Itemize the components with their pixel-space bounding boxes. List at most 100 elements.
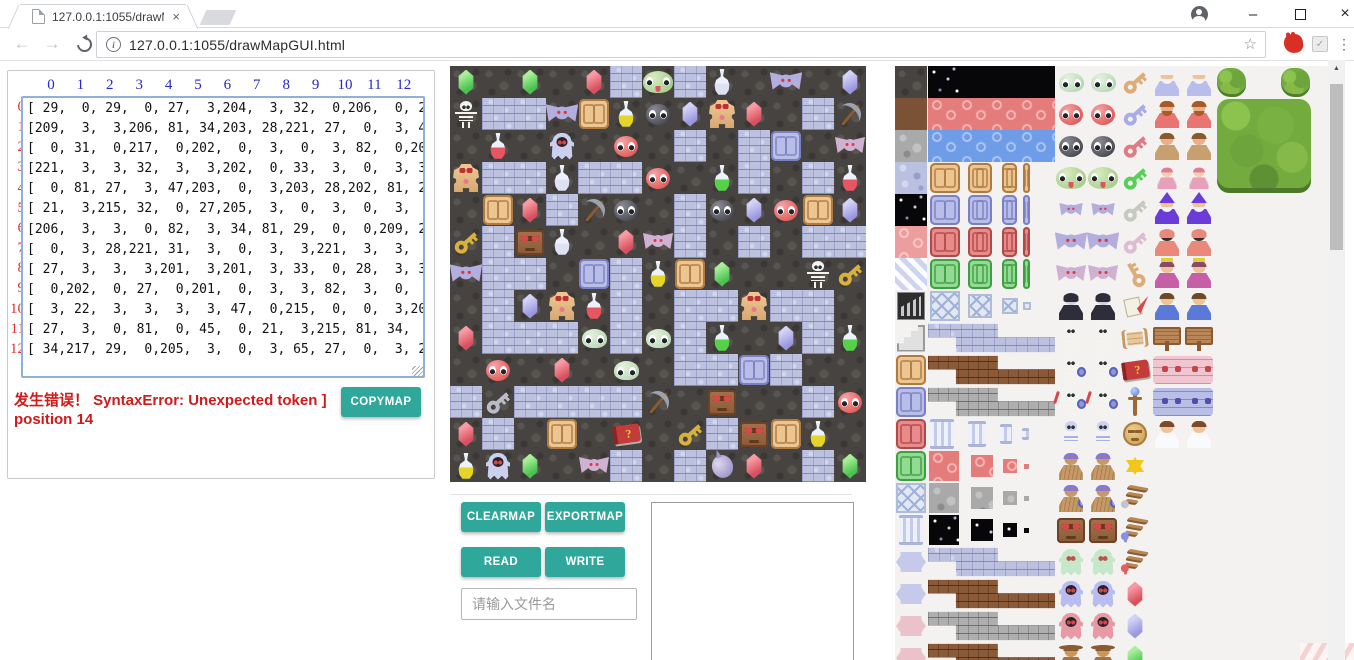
tileset-tile-door-tan[interactable]	[930, 163, 960, 193]
tileset-tile-slime-pale[interactable]	[1087, 66, 1119, 98]
map-tile-flask-red[interactable]	[482, 130, 514, 162]
tileset-tile-slime-green[interactable]	[1087, 162, 1119, 194]
map-tile-wall-brick[interactable]	[610, 450, 642, 482]
map-tile-floor-dark[interactable]	[642, 450, 674, 482]
tileset-tile-steps-lavender[interactable]	[928, 546, 1055, 578]
map-tile-wall-brick[interactable]	[482, 258, 514, 290]
tileset-tile-key-blue[interactable]	[1119, 98, 1151, 130]
map-tile-floor-dark[interactable]	[578, 130, 610, 162]
tileset-tile-door-blue[interactable]	[895, 386, 927, 418]
map-tile-floor-dark[interactable]	[738, 66, 770, 98]
map-tile-wall-brick[interactable]	[738, 226, 770, 258]
tileset-tile-door-blue[interactable]	[1002, 195, 1017, 225]
tileset-tile-ornament-pink[interactable]	[895, 610, 927, 642]
map-tile-slime-pale[interactable]	[642, 322, 674, 354]
tileset-tile-king[interactable]	[1183, 258, 1215, 290]
tileset-tile-pillar-set[interactable]	[968, 421, 986, 447]
map-tile-flask-red[interactable]	[578, 290, 610, 322]
map-tile-flask-white[interactable]	[546, 226, 578, 258]
map-tile-crystal-blue[interactable]	[834, 66, 866, 98]
tileset-tile-ghost-purple[interactable]	[1055, 578, 1087, 610]
tileset-tile-squares-red[interactable]	[1024, 464, 1029, 469]
map-tile-wall-brick[interactable]	[610, 66, 642, 98]
tileset-tile-stairs-steps[interactable]	[895, 322, 927, 354]
map-tile-flask-red[interactable]	[834, 162, 866, 194]
map-tile-crystal-green[interactable]	[450, 66, 482, 98]
tileset-tile-squares-black[interactable]	[929, 515, 959, 545]
browser-tab[interactable]: 127.0.0.1:1055/drawMa ×	[20, 4, 186, 28]
new-tab-button[interactable]	[200, 10, 237, 25]
map-tile-wall-brick[interactable]	[514, 258, 546, 290]
tileset-tile-moai[interactable]	[1087, 514, 1119, 546]
map-tile-floor-dark[interactable]	[450, 194, 482, 226]
map-tile-flask-white[interactable]	[706, 66, 738, 98]
tileset-tile-water-pink[interactable]	[895, 226, 927, 258]
tileset-tile-bush-small[interactable]	[1215, 67, 1247, 98]
map-tile-crystal-green[interactable]	[706, 258, 738, 290]
map-tile-wall-brick[interactable]	[546, 194, 578, 226]
map-tile-wall-brick[interactable]	[546, 386, 578, 418]
tileset-tile-ornament-lavender[interactable]	[895, 546, 927, 578]
tileset-tile-steps-lavender[interactable]	[928, 322, 1055, 354]
map-tile-bat-red[interactable]	[578, 450, 610, 482]
map-tile-floor-dark[interactable]	[834, 354, 866, 386]
map-tile-floor-dark[interactable]	[642, 418, 674, 450]
tileset-tile-tree-single[interactable]	[1279, 67, 1311, 98]
tileset-tile-ghost-green[interactable]	[1087, 546, 1119, 578]
tileset-tile-ghost-green[interactable]	[1055, 546, 1087, 578]
map-tile-floor-dark[interactable]	[802, 130, 834, 162]
tileset-tile-door-blue[interactable]	[968, 195, 992, 225]
map-tile-floor-dark[interactable]	[770, 98, 802, 130]
tileset-tile-ball-red[interactable]	[1055, 98, 1087, 130]
tileset-tile-key-green[interactable]	[1119, 162, 1151, 194]
forward-icon[interactable]: →	[40, 32, 64, 56]
map-tile-flask-yellow[interactable]	[450, 450, 482, 482]
tileset-tile-dwarf[interactable]	[1183, 98, 1215, 130]
tileset-tile-door-green[interactable]	[1002, 259, 1017, 289]
map-tile-wall-brick[interactable]	[674, 290, 706, 322]
map-tile-crystal-green[interactable]	[514, 450, 546, 482]
tileset-tile-mummy-shield[interactable]	[1055, 482, 1087, 514]
tileset-tile-bat-big[interactable]	[1087, 226, 1119, 258]
map-tile-flask-yellow[interactable]	[802, 418, 834, 450]
window-maximize-button[interactable]	[1285, 0, 1315, 28]
url-text[interactable]: 127.0.0.1:1055/drawMapGUI.html	[129, 37, 345, 53]
map-tile-slime-pale[interactable]	[578, 322, 610, 354]
tileset-tile-key-red[interactable]	[1119, 130, 1151, 162]
tileset-tile-crystal-red[interactable]	[1119, 578, 1151, 610]
tileset-tile-door-blue[interactable]	[1023, 195, 1030, 225]
map-tile-crystal-red[interactable]	[546, 354, 578, 386]
map-tile-floor-dark[interactable]	[834, 418, 866, 450]
map-tile-wall-brick[interactable]	[706, 418, 738, 450]
map-tile-door-tan[interactable]	[674, 258, 706, 290]
tileset-tile-skeleton-shield[interactable]	[1055, 354, 1087, 386]
tileset-tile-slime-pale[interactable]	[1055, 66, 1087, 98]
tileset-tile-wing-blue[interactable]	[1119, 514, 1151, 546]
tileset-tile-pillar-set[interactable]	[1000, 424, 1012, 444]
map-tile-floor-dark[interactable]	[834, 290, 866, 322]
map-tile-door-blue[interactable]	[738, 354, 770, 386]
map-tile-wall-brick[interactable]	[674, 226, 706, 258]
extension-hand-icon[interactable]	[1283, 33, 1304, 54]
tileset-tile-ghost-red[interactable]	[1087, 610, 1119, 642]
tileset-tile-skeleton-sword[interactable]	[1055, 386, 1087, 418]
map-tile-floor-dark[interactable]	[546, 258, 578, 290]
map-tile-floor-dark[interactable]	[738, 258, 770, 290]
map-tile-wall-brick[interactable]	[802, 290, 834, 322]
map-tile-wall-brick[interactable]	[482, 418, 514, 450]
map-tile-floor-dark[interactable]	[770, 162, 802, 194]
map-tile-floor-dark[interactable]	[642, 354, 674, 386]
map-tile-wall-brick[interactable]	[610, 386, 642, 418]
tileset-tile-steps-gray[interactable]	[928, 386, 1055, 418]
exportmap-button[interactable]: EXPORTMAP	[545, 502, 625, 532]
back-icon[interactable]: ←	[10, 32, 34, 56]
tileset-tile-bat-red[interactable]	[1055, 258, 1087, 290]
map-tile-wall-brick[interactable]	[706, 354, 738, 386]
map-tile-bat-purple[interactable]	[770, 66, 802, 98]
tileset-tile-mummy[interactable]	[1055, 450, 1087, 482]
map-tile-bat-red[interactable]	[834, 130, 866, 162]
map-tile-flask-white[interactable]	[546, 162, 578, 194]
map-tile-crystal-blue[interactable]	[738, 194, 770, 226]
map-tile-ball-red[interactable]	[642, 162, 674, 194]
map-tile-wall-brick[interactable]	[546, 322, 578, 354]
